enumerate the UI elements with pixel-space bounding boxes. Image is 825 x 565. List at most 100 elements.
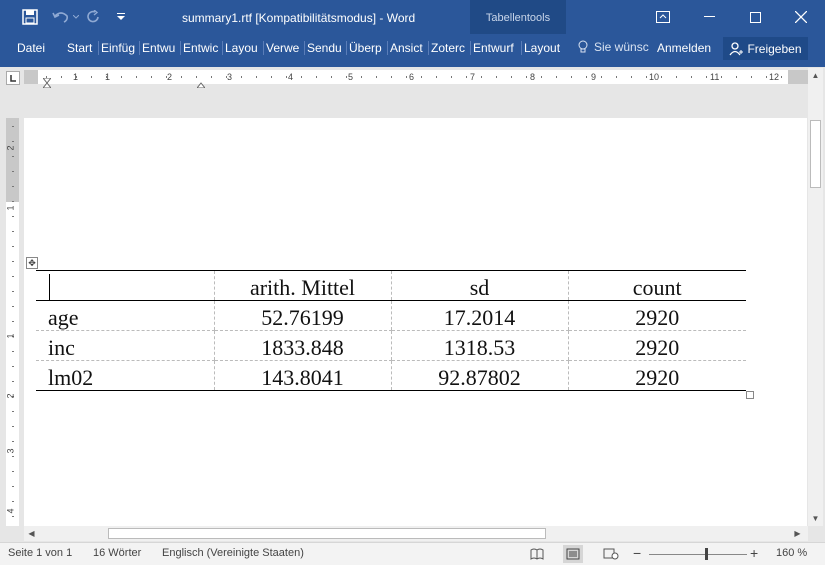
ruler-tick (751, 76, 752, 78)
ruler-number: 4 (5, 508, 16, 514)
tab-insert[interactable]: Einfüg (98, 41, 138, 55)
zoom-slider[interactable] (649, 554, 747, 555)
indent-marker[interactable] (41, 77, 53, 89)
redo-icon[interactable] (84, 7, 104, 27)
ruler-tick (286, 76, 287, 78)
tab-home[interactable]: Start (67, 41, 97, 55)
ruler-tick (12, 231, 14, 232)
ruler-tick (12, 216, 14, 217)
mean-cell[interactable]: 1833.848 (213, 330, 391, 361)
ruler-number: 2 (5, 393, 16, 399)
zoom-slider-thumb[interactable] (705, 548, 708, 560)
ruler-tick (12, 501, 14, 502)
lightbulb-icon (578, 40, 588, 53)
share-button[interactable]: Freigeben (723, 37, 808, 60)
tell-me-search[interactable]: Sie wünsc (578, 40, 649, 54)
ruler-tick (12, 246, 14, 247)
row-label-cell[interactable]: age (36, 300, 214, 331)
sd-cell[interactable]: 1318.53 (390, 330, 568, 361)
ruler-number: 3 (227, 72, 233, 82)
word-count[interactable]: 16 Wörter (93, 547, 141, 559)
header-cell-count[interactable]: count (567, 270, 746, 301)
ruler-number: 5 (348, 72, 354, 82)
tab-developer[interactable]: Entwic (180, 41, 220, 55)
summary-table[interactable]: arith. Mittel sd count age 52.76199 17.2… (36, 270, 746, 391)
header-cell-sd[interactable]: sd (390, 270, 568, 301)
zoom-in-button[interactable]: + (750, 545, 758, 561)
count-cell[interactable]: 2920 (567, 300, 746, 331)
ruler-number: 4 (288, 72, 294, 82)
vertical-scrollbar[interactable]: ▲ ▼ (808, 68, 823, 526)
close-icon[interactable] (778, 0, 824, 34)
table-row: age 52.76199 17.2014 2920 (36, 300, 746, 331)
count-cell[interactable]: 2920 (567, 330, 746, 361)
mean-cell[interactable]: 52.76199 (213, 300, 391, 331)
table-move-handle-icon[interactable]: ✥ (26, 257, 38, 269)
ruler-tick (12, 456, 14, 457)
read-mode-icon[interactable] (527, 545, 547, 563)
tab-file[interactable]: Datei (17, 41, 47, 55)
horizontal-ruler[interactable]: 1 1 2 3 4 5 6 7 8 9 10 11 12 (24, 70, 808, 89)
vertical-ruler[interactable]: 2 1 1 2 3 4 (6, 118, 19, 526)
ruler-tick (12, 366, 14, 367)
tab-table-design[interactable]: Entwurf (470, 41, 518, 55)
scroll-down-icon[interactable]: ▼ (808, 511, 823, 526)
horizontal-scroll-thumb[interactable] (108, 528, 546, 539)
header-cell-mean[interactable]: arith. Mittel (213, 270, 391, 301)
tab-selector[interactable] (6, 71, 20, 85)
print-layout-icon[interactable] (563, 545, 583, 563)
ruler-tick (586, 76, 587, 78)
sign-in-link[interactable]: Anmelden (657, 41, 711, 55)
ruler-tick (676, 76, 677, 78)
ruler-tick (541, 76, 542, 78)
text-cursor (49, 274, 50, 300)
zoom-out-button[interactable]: − (633, 545, 641, 561)
ruler-number: 2 (167, 72, 173, 82)
tab-design[interactable]: Entwu (139, 41, 178, 55)
table-resize-handle[interactable] (746, 391, 754, 399)
ruler-tick (706, 76, 707, 78)
sd-cell[interactable]: 92.87802 (390, 360, 568, 391)
ruler-tick (12, 351, 14, 352)
ruler-tick (721, 76, 722, 78)
tab-references[interactable]: Verwe (263, 41, 303, 55)
scroll-right-icon[interactable]: ▶ (790, 526, 805, 541)
table-row: lm02 143.8041 92.87802 2920 (36, 360, 746, 391)
ribbon-display-options-icon[interactable] (640, 0, 686, 34)
document-title: summary1.rtf [Kompatibilitätsmodus] - Wo… (182, 11, 416, 25)
ruler-tick (12, 411, 14, 412)
tab-table-layout[interactable]: Layout (521, 41, 568, 55)
horizontal-scrollbar[interactable]: ◀ ▶ (24, 526, 808, 541)
ruler-tick (12, 201, 14, 202)
page-count[interactable]: Seite 1 von 1 (8, 547, 72, 559)
ruler-tick (241, 76, 242, 78)
count-cell[interactable]: 2920 (567, 360, 746, 391)
row-label-cell[interactable]: lm02 (36, 360, 214, 391)
ruler-tick (406, 76, 407, 78)
scroll-left-icon[interactable]: ◀ (24, 526, 39, 541)
minimize-icon[interactable] (686, 0, 732, 34)
sd-cell[interactable]: 17.2014 (390, 300, 568, 331)
tab-zotero[interactable]: Zoterc (428, 41, 468, 55)
language-indicator[interactable]: Englisch (Vereinigte Staaten) (162, 547, 304, 559)
ruler-tick (316, 76, 317, 78)
tab-view[interactable]: Ansict (387, 41, 426, 55)
save-icon[interactable] (20, 7, 40, 27)
mean-cell[interactable]: 143.8041 (213, 360, 391, 391)
web-layout-icon[interactable] (601, 545, 621, 563)
tab-layout-page[interactable]: Layou (222, 41, 261, 55)
undo-dropdown-icon[interactable] (72, 7, 80, 27)
undo-icon[interactable] (50, 7, 72, 27)
scroll-up-icon[interactable]: ▲ (808, 68, 823, 83)
tab-mailings[interactable]: Sendu (304, 41, 345, 55)
customize-qat-icon[interactable] (114, 7, 128, 27)
tab-review[interactable]: Überp (346, 41, 385, 55)
ruler-tick (61, 76, 62, 78)
header-cell-empty[interactable] (36, 270, 214, 301)
row-label-cell[interactable]: inc (36, 330, 214, 361)
vertical-scroll-thumb[interactable] (810, 120, 821, 188)
right-indent-marker[interactable] (195, 77, 207, 91)
zoom-level[interactable]: 160 % (776, 547, 807, 559)
ruler-tick (481, 76, 482, 78)
maximize-icon[interactable] (732, 0, 778, 34)
